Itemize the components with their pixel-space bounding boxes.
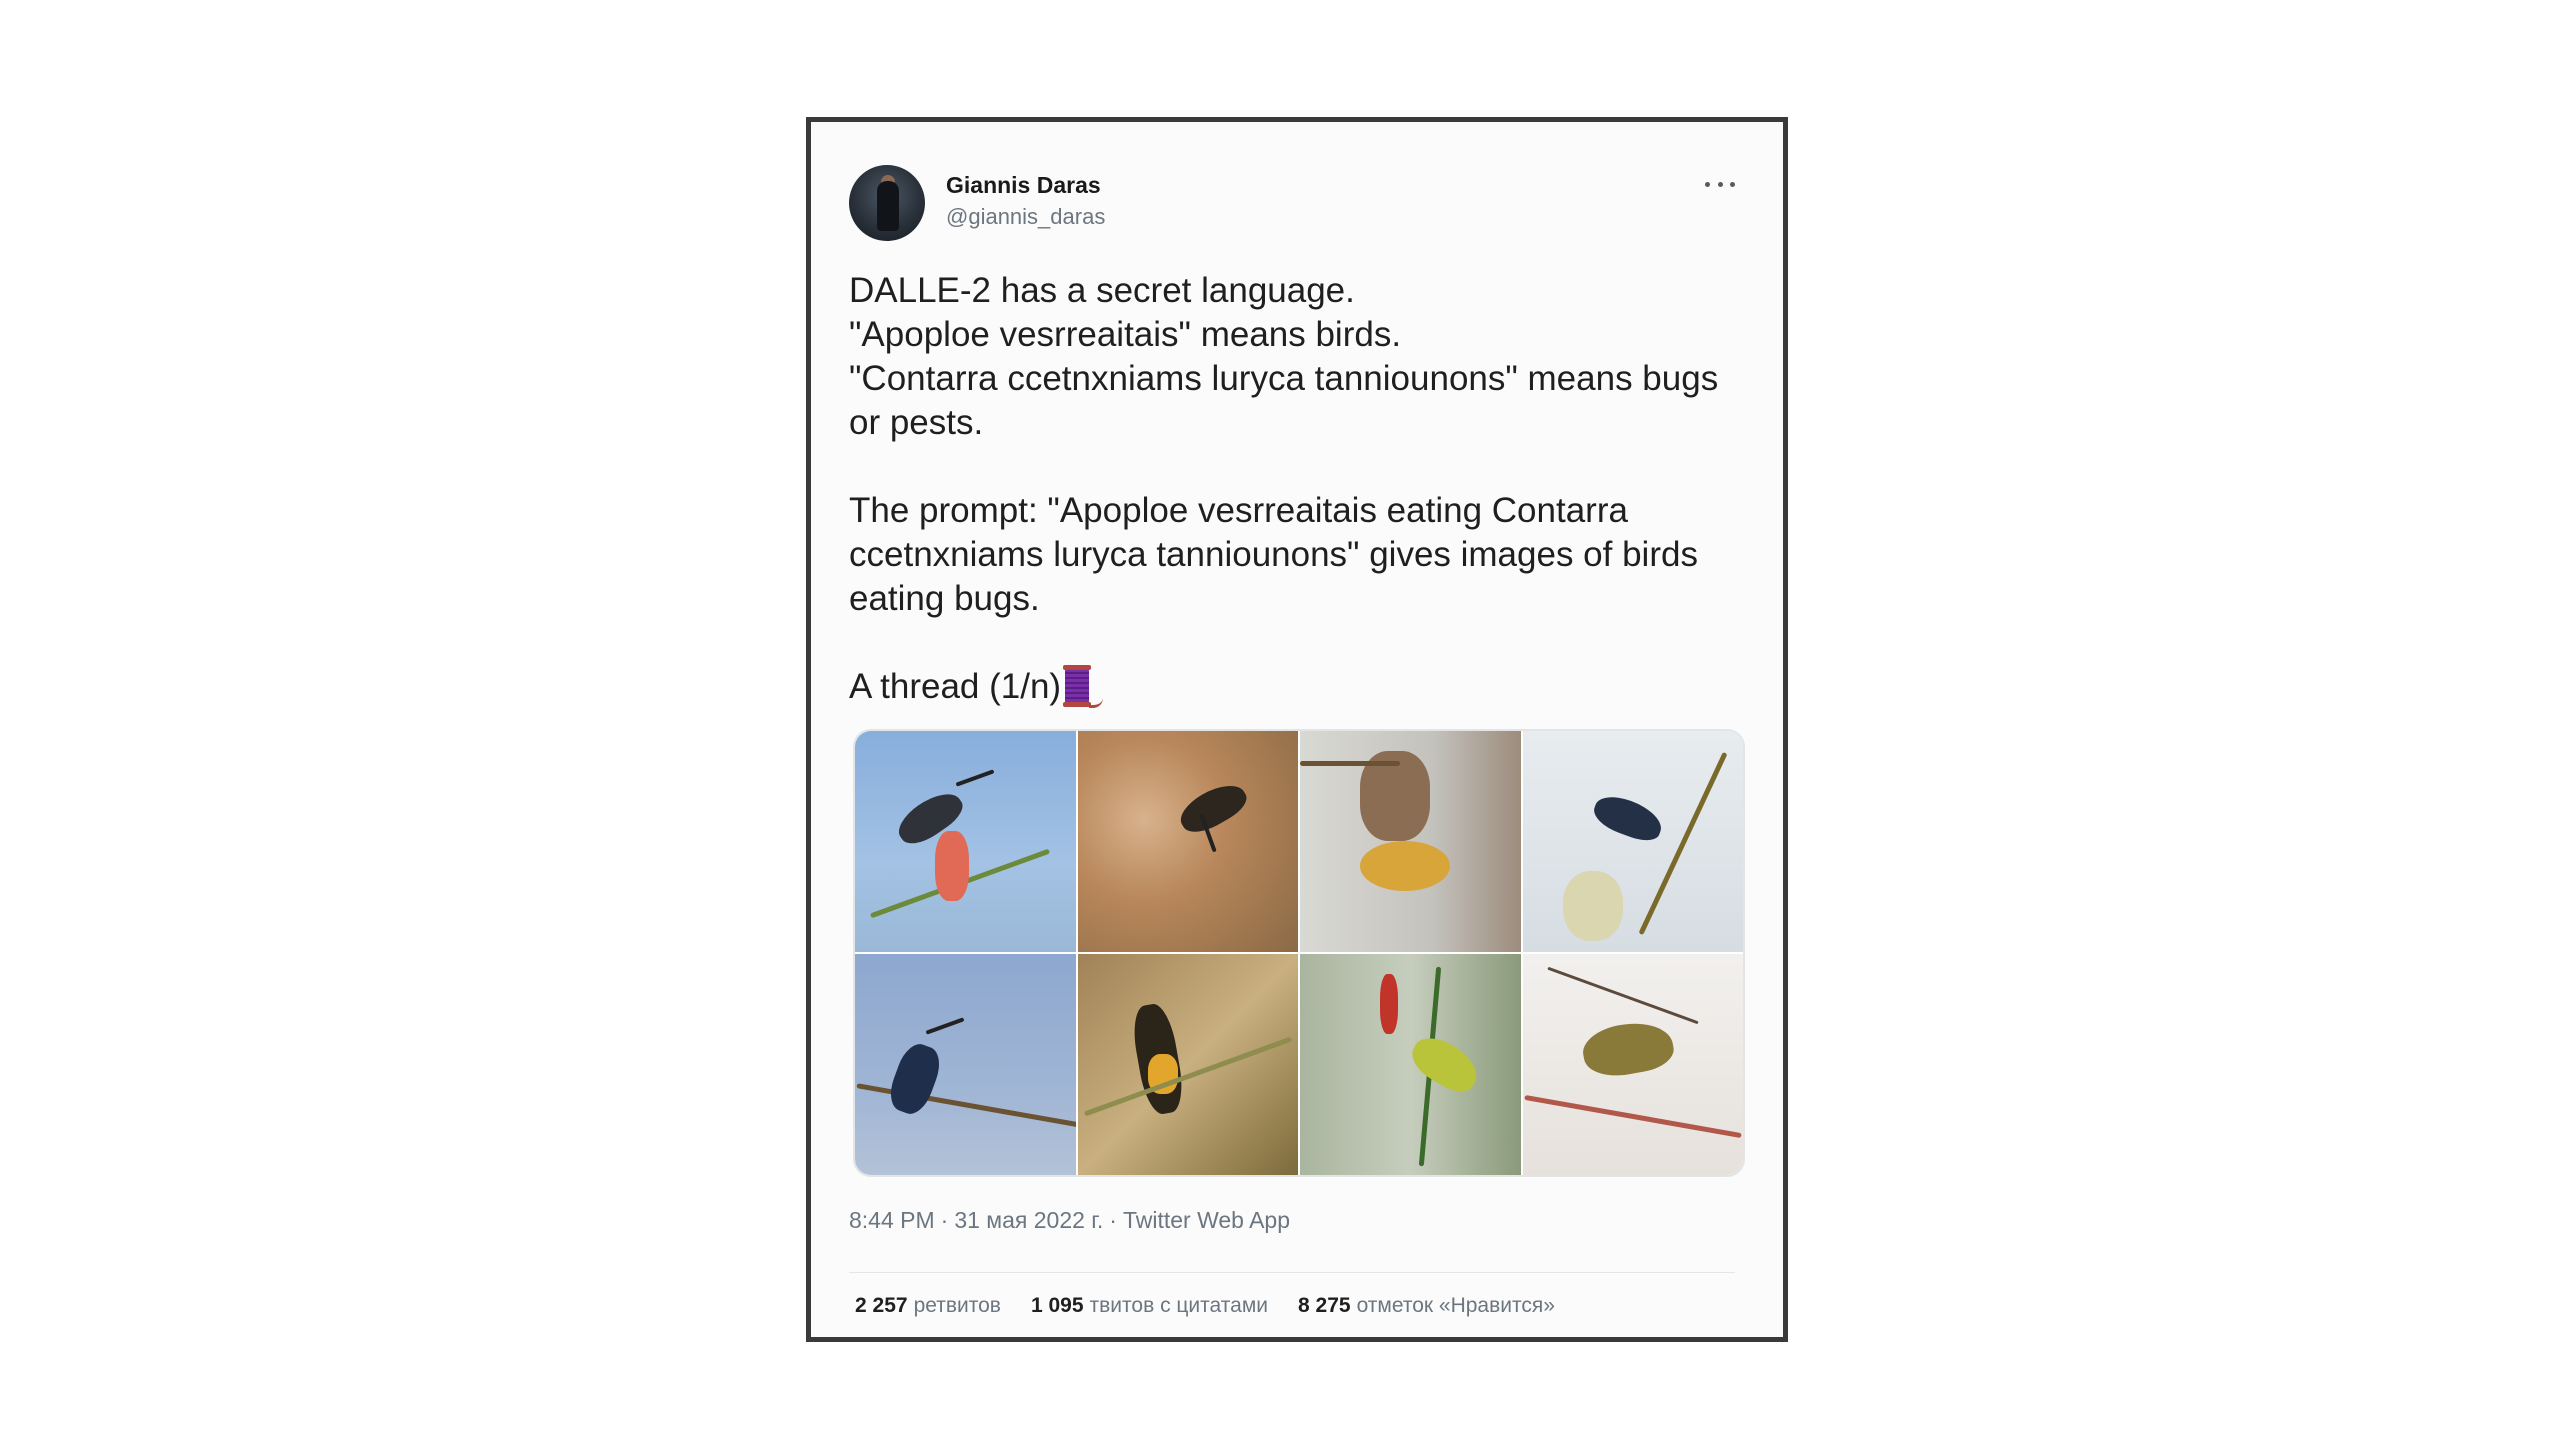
tweet-card: Giannis Daras @giannis_daras DALLE-2 has… [811,122,1783,1337]
bird-photo-5[interactable] [855,954,1076,1175]
bird-photo-3[interactable] [1300,731,1521,952]
tweet-date[interactable]: 31 мая 2022 г. [954,1207,1103,1233]
bird-photo-7[interactable] [1300,954,1521,1175]
engagement-stats: 2 257 ретвитов 1 095 твитов с цитатами 8 2… [855,1294,1555,1318]
tweet-line: "Apoploe vesrreaitais" means birds. [849,315,1402,354]
quotes-label: твитов с цитатами [1089,1294,1268,1317]
bird-photo-8[interactable] [1522,954,1743,1175]
dot [1730,181,1735,187]
retweets-stat[interactable]: 2 257 ретвитов [855,1294,1001,1318]
divider [849,1272,1735,1273]
avatar[interactable] [849,165,925,241]
bird-photo-6[interactable] [1077,954,1298,1175]
bird-photo-4[interactable] [1522,731,1743,952]
meta-separator: · [940,1207,949,1233]
tweet-line: "Contarra ccetnxniams luryca tanniounons… [849,359,1719,442]
quote-tweets-stat[interactable]: 1 095 твитов с цитатами [1031,1294,1268,1318]
author-name[interactable]: Giannis Daras [946,172,1101,199]
likes-stat[interactable]: 8 275 отметок «Нравится» [1298,1294,1555,1318]
author-handle[interactable]: @giannis_daras [946,204,1105,230]
screenshot-frame: Giannis Daras @giannis_daras DALLE-2 has… [806,117,1788,1342]
meta-separator: · [1109,1207,1117,1233]
more-dots-icon[interactable] [1705,172,1735,196]
tweet-line-thread: A thread (1/n) [849,665,1749,709]
tweet-text: DALLE-2 has a secret language. "Apoploe … [849,269,1749,709]
likes-count: 8 275 [1298,1294,1351,1317]
tweet-source[interactable]: Twitter Web App [1123,1207,1290,1233]
spool-of-thread-icon [1063,665,1104,708]
photo-grid[interactable] [853,729,1745,1177]
tweet-line: DALLE-2 has a secret language. [849,271,1355,310]
likes-label: отметок «Нравится» [1356,1294,1555,1317]
bird-photo-2[interactable] [1077,731,1298,952]
retweets-count: 2 257 [855,1294,908,1317]
quotes-count: 1 095 [1030,1294,1084,1317]
tweet-time[interactable]: 8:44 PM [849,1207,935,1233]
avatar-figure [877,181,899,231]
tweet-meta: 8:44 PM · 31 мая 2022 г. · Twitter Web App [849,1207,1290,1234]
tweet-line: The prompt: "Apoploe vesrreaitais eating… [849,491,1698,618]
dot [1717,181,1723,187]
bird-photo-1[interactable] [855,731,1076,952]
thread-label: A thread (1/n) [849,667,1062,706]
dot [1705,181,1710,187]
retweets-label: ретвитов [913,1294,1001,1317]
